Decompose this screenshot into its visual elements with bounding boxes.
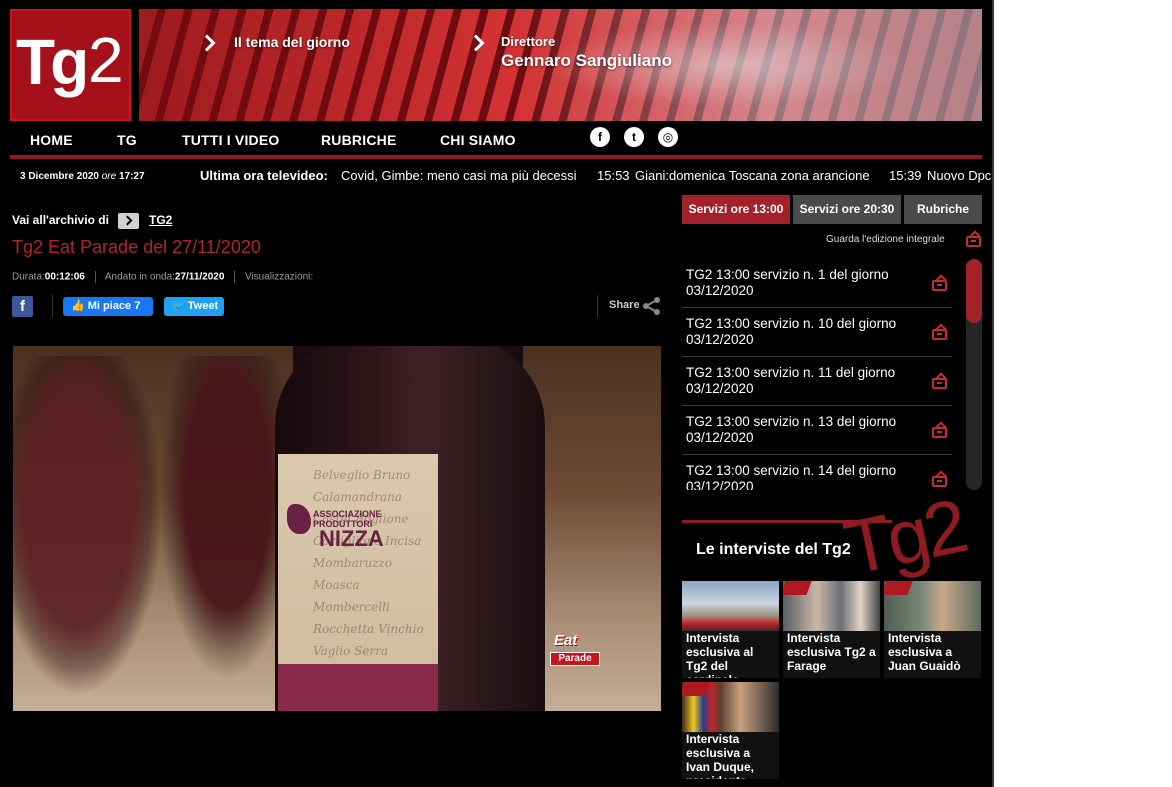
- ticker-item[interactable]: Giani:domenica Toscana zona arancione: [635, 168, 870, 183]
- list-item[interactable]: TG2 13:00 servizio n. 1 del giorno 03/12…: [682, 259, 952, 308]
- tv-icon[interactable]: [932, 427, 947, 438]
- thumbs-up-icon: 👍: [71, 300, 88, 312]
- eat-parade-parade: Parade: [550, 652, 600, 666]
- share-label[interactable]: Share: [609, 299, 640, 311]
- tv-icon[interactable]: [932, 280, 947, 291]
- durata-label: Durata:: [12, 271, 45, 283]
- facebook-icon[interactable]: f: [590, 127, 610, 147]
- interview-card[interactable]: Intervista esclusiva a Juan Guaidò: [884, 581, 981, 678]
- meta-separator: [94, 271, 96, 283]
- andato-label: Andato in onda:: [104, 271, 175, 283]
- main-nav: HOME TG TUTTI I VIDEO RUBRICHE CHI SIAMO…: [10, 124, 982, 154]
- interviste-tg2-watermark: Tg2: [837, 483, 972, 592]
- ticker-item[interactable]: Nuovo Dpc: [927, 168, 991, 183]
- list-item[interactable]: TG2 13:00 servizio n. 14 del giorno 03/1…: [682, 455, 952, 490]
- news-ticker: 3 Dicembre 2020 ore 17:27 Ultima ora tel…: [10, 162, 992, 190]
- share-icon[interactable]: [642, 296, 662, 316]
- interview-card[interactable]: Intervista esclusiva al Tg2 del cardinal…: [682, 581, 779, 678]
- tv-icon[interactable]: [932, 329, 947, 340]
- visualizzazioni-label: Visualizzazioni:: [244, 271, 314, 283]
- logo-tg-text: Tg: [16, 26, 89, 98]
- interview-caption[interactable]: Intervista esclusiva a Ivan Duque, presi…: [686, 732, 776, 779]
- service-title[interactable]: TG2 13:00 servizio n. 13 del giorno 03/1…: [686, 414, 911, 446]
- instagram-icon[interactable]: ◎: [658, 127, 678, 147]
- list-item[interactable]: TG2 13:00 servizio n. 13 del giorno 03/1…: [682, 406, 952, 455]
- service-title[interactable]: TG2 13:00 servizio n. 1 del giorno 03/12…: [686, 267, 911, 299]
- tv-icon[interactable]: [966, 236, 981, 247]
- chevron-right-icon[interactable]: [118, 213, 139, 229]
- ticker-label: Ultima ora televideo:: [200, 168, 328, 183]
- guarda-edizione-link[interactable]: Guarda l'edizione integrale: [826, 234, 945, 245]
- video-player[interactable]: Belveglio Bruno Calamandrana Castel Bogl…: [13, 346, 661, 711]
- nav-divider: [10, 155, 982, 159]
- list-item[interactable]: TG2 13:00 servizio n. 11 del giorno 03/1…: [682, 357, 952, 406]
- eat-parade-logo: Eat Parade: [550, 632, 600, 674]
- like-label: Mi piace 7: [87, 300, 141, 312]
- ticker-item-time: 15:53: [597, 168, 630, 183]
- nav-rubriche[interactable]: RUBRICHE: [321, 132, 397, 148]
- ore-text: ore: [101, 171, 117, 182]
- durata-value: 00:12:06: [44, 271, 85, 283]
- interview-thumbnail: [682, 581, 779, 631]
- nav-home[interactable]: HOME: [30, 132, 73, 148]
- tweet-button[interactable]: 🐦 Tweet: [164, 297, 224, 316]
- share-separator: [597, 295, 598, 317]
- facebook-share-icon[interactable]: f: [12, 296, 33, 317]
- ticker-date: 3 Dicembre 2020 ore 17:27: [20, 171, 145, 182]
- tema-del-giorno-link[interactable]: Il tema del giorno: [234, 34, 350, 50]
- archive-label: Vai all'archivio di: [12, 213, 109, 227]
- interviste-title: Le interviste del Tg2: [696, 541, 851, 558]
- twitter-icon[interactable]: t: [624, 127, 644, 147]
- share-separator: [52, 295, 53, 317]
- direttore-name-link[interactable]: Gennaro Sangiuliano: [501, 51, 672, 71]
- facebook-like-button[interactable]: 👍 Mi piace 7: [63, 297, 153, 316]
- service-title[interactable]: TG2 13:00 servizio n. 14 del giorno 03/1…: [686, 463, 911, 490]
- eat-parade-eat: Eat: [554, 632, 578, 649]
- interview-card[interactable]: Intervista esclusiva a Ivan Duque, presi…: [682, 682, 779, 779]
- logo-two-text: 2: [88, 24, 124, 96]
- interview-caption[interactable]: Intervista esclusiva al Tg2 del cardinal…: [686, 631, 776, 678]
- nav-tutti-i-video[interactable]: TUTTI I VIDEO: [182, 132, 280, 148]
- ticker-item[interactable]: Covid, Gimbe: meno casi ma più decessi: [341, 168, 577, 183]
- service-title[interactable]: TG2 13:00 servizio n. 11 del giorno 03/1…: [686, 365, 911, 397]
- tab-servizi-1300[interactable]: Servizi ore 13:00: [682, 195, 790, 224]
- services-list: TG2 13:00 servizio n. 1 del giorno 03/12…: [682, 259, 952, 490]
- service-title[interactable]: TG2 13:00 servizio n. 10 del giorno 03/1…: [686, 316, 911, 348]
- page-title: Tg2 Eat Parade del 27/11/2020: [12, 237, 261, 257]
- services-scrollbar-thumb[interactable]: [966, 259, 982, 323]
- tg2-page: Tg 2 Il tema del giorno Direttore Gennar…: [0, 0, 994, 787]
- label-nizza-text: NIZZA: [319, 526, 384, 551]
- bottle-label-band: [278, 664, 438, 711]
- share-bar: f 👍 Mi piace 7 🐦 Tweet Share: [12, 295, 662, 319]
- tab-servizi-2030[interactable]: Servizi ore 20:30: [793, 195, 901, 224]
- nav-chi-siamo[interactable]: CHI SIAMO: [440, 132, 516, 148]
- meta-separator: [234, 271, 236, 283]
- tab-rubriche[interactable]: Rubriche: [904, 195, 982, 224]
- list-item[interactable]: TG2 13:00 servizio n. 10 del giorno 03/1…: [682, 308, 952, 357]
- ticker-item-time: 15:39: [889, 168, 922, 183]
- video-meta: Durata:00:12:06 Andato in onda:27/11/202…: [12, 271, 313, 283]
- andato-value: 27/11/2020: [174, 271, 225, 283]
- twitter-bird-icon: 🐦: [171, 300, 188, 312]
- tv-icon[interactable]: [932, 378, 947, 389]
- time-text: 17:27: [118, 171, 145, 182]
- date-text: 3 Dicembre 2020: [20, 171, 99, 182]
- interview-caption[interactable]: Intervista esclusiva Tg2 a Farage: [787, 631, 877, 673]
- page-scrollbar-edge: [992, 0, 994, 787]
- nav-tg[interactable]: TG: [117, 132, 137, 148]
- label-script-text: Belveglio Bruno Calamandrana Castel Bogl…: [313, 468, 424, 658]
- direttore-label: Direttore: [501, 34, 556, 49]
- tweet-label: Tweet: [187, 300, 219, 312]
- wine-glass-image: [13, 356, 163, 696]
- interview-caption[interactable]: Intervista esclusiva a Juan Guaidò: [888, 631, 978, 673]
- interview-card[interactable]: Intervista esclusiva Tg2 a Farage: [783, 581, 880, 678]
- tg2-logo[interactable]: Tg 2: [10, 9, 131, 121]
- archive-tg2-link[interactable]: TG2: [149, 213, 172, 227]
